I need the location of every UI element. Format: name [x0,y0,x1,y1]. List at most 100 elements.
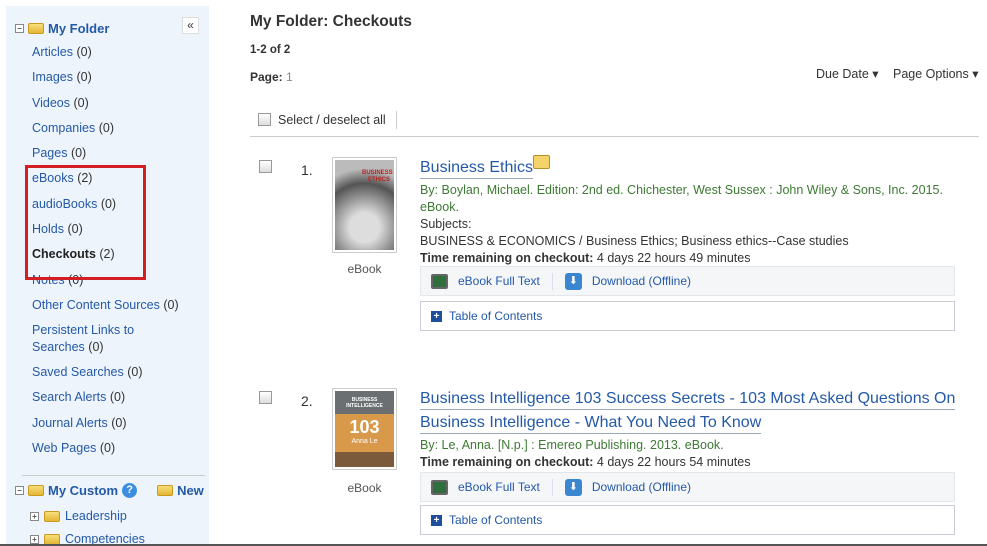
new-folder-button[interactable]: New [177,483,204,498]
time-remaining-label: Time remaining on checkout: [420,251,594,265]
cover-author: Anna Le [351,438,378,445]
sidebar-item-count: (0) [109,390,126,404]
sidebar-item-label[interactable]: Pages [32,146,67,160]
sidebar-item-count: (0) [111,416,127,430]
sidebar-item-label[interactable]: Videos [32,96,70,110]
record-number: 2. [301,393,313,409]
record-title[interactable]: Business Intelligence 103 Success Secret… [420,390,955,407]
record-checkbox[interactable] [259,160,272,173]
book-cover[interactable]: BUSINESS INTELLIGENCE 103 Anna Le [332,388,397,470]
expand-icon[interactable]: + [30,534,39,544]
ebook-full-text-link[interactable]: eBook Full Text [431,273,552,289]
link-label[interactable]: eBook Full Text [458,274,540,288]
sidebar-item-label[interactable]: Articles [32,45,73,59]
publication-type: eBook [347,262,382,276]
record-details: By: Le, Anna. [N.p.] : Emereo Publishing… [420,437,950,471]
sidebar-item-count: (0) [127,365,143,379]
collapse-sidebar-button[interactable]: « [182,17,199,34]
folder-label[interactable]: Leadership [65,509,127,523]
sidebar-item-videos[interactable]: Videos (0) [32,95,202,112]
toc-label[interactable]: Table of Contents [449,513,542,527]
sidebar-item-articles[interactable]: Articles (0) [32,44,202,61]
sidebar-item-label[interactable]: Other Content Sources [32,298,160,312]
select-all-label[interactable]: Select / deselect all [278,113,386,127]
sidebar-item-count: (0) [76,45,92,59]
page-options-dropdown[interactable]: Page Options ▾ [893,66,979,81]
cover-text: BUSINESS INTELLIGENCE [346,397,383,409]
record-title-link[interactable]: Business Intelligence 103 Success Secret… [420,388,956,410]
sidebar-item-label[interactable]: Journal Alerts [32,416,108,430]
subjects-label: Subjects: [420,217,472,231]
sidebar-item-pages[interactable]: Pages (0) [32,145,202,162]
page-indicator: Page: 1 [250,70,293,84]
byline: By: Boylan, Michael. Edition: 2nd ed. Ch… [420,183,943,214]
sidebar-item-count: (0) [98,121,114,135]
expand-icon[interactable]: + [30,511,39,521]
select-all-checkbox[interactable] [258,113,271,126]
byline: By: Le, Anna. [N.p.] : Emereo Publishing… [420,438,724,452]
link-label[interactable]: eBook Full Text [458,480,540,494]
custom-folder-leadership[interactable]: + Leadership [30,509,127,523]
record-title-link[interactable]: Business Ethics [420,157,533,179]
collapse-tree-icon[interactable]: − [15,486,24,495]
my-folder-header[interactable]: − My Folder [15,21,109,36]
page-number: 1 [286,70,293,84]
record-links: eBook Full Text ⬇ Download (Offline) [420,472,955,502]
my-folder-title[interactable]: My Folder [48,21,109,36]
preview-icon[interactable] [533,155,550,169]
sidebar-item-saved-searches[interactable]: Saved Searches (0) [32,364,202,381]
record-title-link[interactable]: Business Intelligence - What You Need To… [420,412,762,434]
sidebar-item-label[interactable]: Persistent Links to Searches [32,323,134,354]
result-count: 1-2 of 2 [250,44,291,56]
sidebar-item-companies[interactable]: Companies (0) [32,120,202,137]
record-title[interactable]: Business Ethics [420,159,533,176]
record-title[interactable]: Business Intelligence - What You Need To… [420,414,761,431]
divider [395,110,397,129]
table-of-contents-toggle[interactable]: + Table of Contents [420,505,955,535]
folder-icon [44,510,60,522]
ebook-full-text-link[interactable]: eBook Full Text [431,479,552,495]
collapse-tree-icon[interactable]: − [15,24,24,33]
sidebar-item-other-content-sources[interactable]: Other Content Sources (0) [32,297,202,314]
folder-icon [44,533,60,545]
download-icon: ⬇ [564,478,582,496]
time-remaining-value: 4 days 22 hours 54 minutes [596,455,751,469]
ebook-icon [431,273,448,289]
link-label[interactable]: Download (Offline) [592,480,691,494]
subjects: BUSINESS & ECONOMICS / Business Ethics; … [420,234,849,248]
sidebar-item-journal-alerts[interactable]: Journal Alerts (0) [32,415,202,432]
record-checkbox[interactable] [259,391,272,404]
download-offline-link[interactable]: ⬇ Download (Offline) [551,478,703,496]
page-title: My Folder: Checkouts [250,13,412,30]
sort-dropdown[interactable]: Due Date ▾ [816,66,879,81]
help-icon[interactable]: ? [122,483,138,498]
sidebar-item-label[interactable]: Companies [32,121,95,135]
ebook-icon [431,479,448,495]
sidebar-item-label[interactable]: Web Pages [32,441,96,455]
link-label[interactable]: Download (Offline) [592,274,691,288]
expand-icon[interactable]: + [431,514,442,526]
expand-icon[interactable]: + [431,310,442,322]
download-offline-link[interactable]: ⬇ Download (Offline) [551,272,703,290]
sidebar-item-images[interactable]: Images (0) [32,69,202,86]
cover-number: 103 [349,417,380,437]
my-custom-header[interactable]: − My Custom ? New [15,483,204,498]
folder-icon [28,485,44,496]
sidebar-item-count: (0) [163,298,179,312]
select-bar: Select / deselect all [250,103,979,137]
book-cover[interactable]: BUSINESS ETHICS [332,157,397,253]
sidebar-item-label[interactable]: Saved Searches [32,365,124,379]
highlight-box [25,165,146,280]
sidebar-item-web-pages[interactable]: Web Pages (0) [32,440,202,457]
publication-type: eBook [347,481,382,495]
table-of-contents-toggle[interactable]: + Table of Contents [420,301,955,331]
sidebar-item-persistent-links-to-searches[interactable]: Persistent Links to Searches (0) [32,322,152,356]
sidebar-item-label[interactable]: Search Alerts [32,390,106,404]
toc-label[interactable]: Table of Contents [449,309,542,323]
sidebar-item-label[interactable]: Images [32,70,73,84]
time-remaining-value: 4 days 22 hours 49 minutes [596,251,751,265]
my-custom-title[interactable]: My Custom [48,483,118,498]
sidebar-item-count: (0) [88,340,104,354]
new-folder-icon[interactable] [157,485,174,496]
sidebar-item-search-alerts[interactable]: Search Alerts (0) [32,389,202,406]
